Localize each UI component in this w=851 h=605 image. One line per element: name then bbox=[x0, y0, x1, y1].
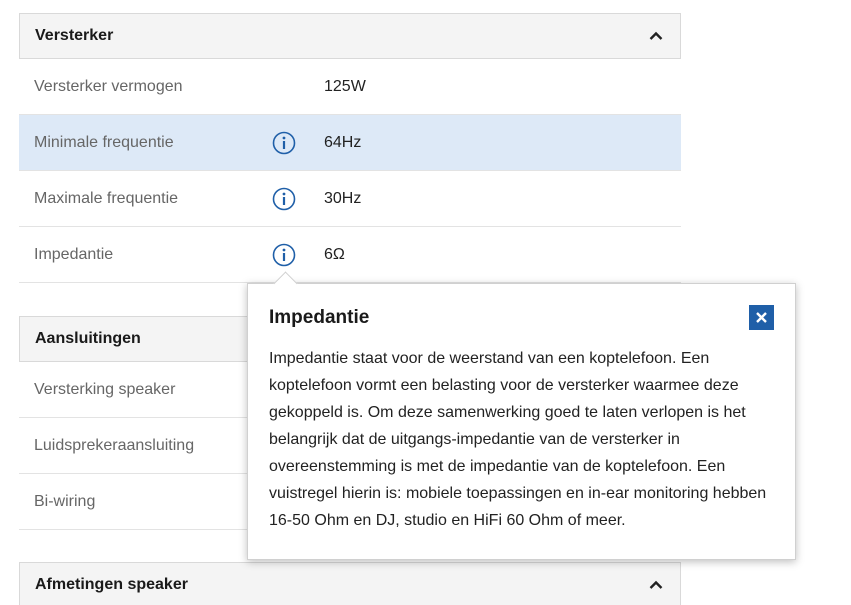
spec-value: 125W bbox=[324, 77, 366, 95]
spec-label: Luidsprekeraansluiting bbox=[34, 436, 195, 454]
section-title: Aansluitingen bbox=[35, 330, 141, 347]
section-header-versterker[interactable]: Versterker bbox=[19, 13, 681, 59]
spec-label: Bi-wiring bbox=[34, 492, 96, 510]
spec-label: Minimale frequentie bbox=[34, 133, 174, 151]
spec-label: Versterking speaker bbox=[34, 380, 176, 398]
info-circle-icon[interactable] bbox=[271, 242, 297, 268]
section-header-afmetingen[interactable]: Afmetingen speaker bbox=[19, 562, 681, 605]
spec-row-impedantie: Impedantie 6Ω bbox=[19, 227, 681, 283]
spec-label: Maximale frequentie bbox=[34, 189, 179, 207]
spec-row-versterker-vermogen: Versterker vermogen 125W bbox=[19, 59, 681, 115]
spec-label: Impedantie bbox=[34, 245, 114, 263]
spec-value: 64Hz bbox=[324, 133, 362, 151]
spec-value: 6Ω bbox=[324, 245, 345, 263]
section-versterker: Versterker Versterker vermogen 125W Mini… bbox=[19, 13, 681, 283]
tooltip-body: Impedantie staat voor de weerstand van e… bbox=[269, 350, 767, 529]
info-circle-icon[interactable] bbox=[271, 130, 297, 156]
impedantie-tooltip: Impedantie Impedantie staat voor de weer… bbox=[247, 271, 796, 560]
info-circle-icon[interactable] bbox=[271, 186, 297, 212]
section-title: Versterker bbox=[35, 27, 114, 44]
spec-label: Versterker vermogen bbox=[34, 77, 183, 95]
close-icon[interactable] bbox=[749, 305, 774, 330]
spec-row-minimale-frequentie: Minimale frequentie 64Hz bbox=[19, 115, 681, 171]
chevron-up-icon[interactable] bbox=[646, 575, 666, 595]
spec-row-maximale-frequentie: Maximale frequentie 30Hz bbox=[19, 171, 681, 227]
section-afmetingen-speaker: Afmetingen speaker bbox=[19, 562, 681, 605]
spec-page: Versterker Versterker vermogen 125W Mini… bbox=[0, 0, 851, 605]
spec-value: 30Hz bbox=[324, 189, 362, 207]
tooltip-title: Impedantie bbox=[269, 307, 370, 328]
chevron-up-icon[interactable] bbox=[646, 26, 666, 46]
section-title: Afmetingen speaker bbox=[35, 576, 188, 593]
